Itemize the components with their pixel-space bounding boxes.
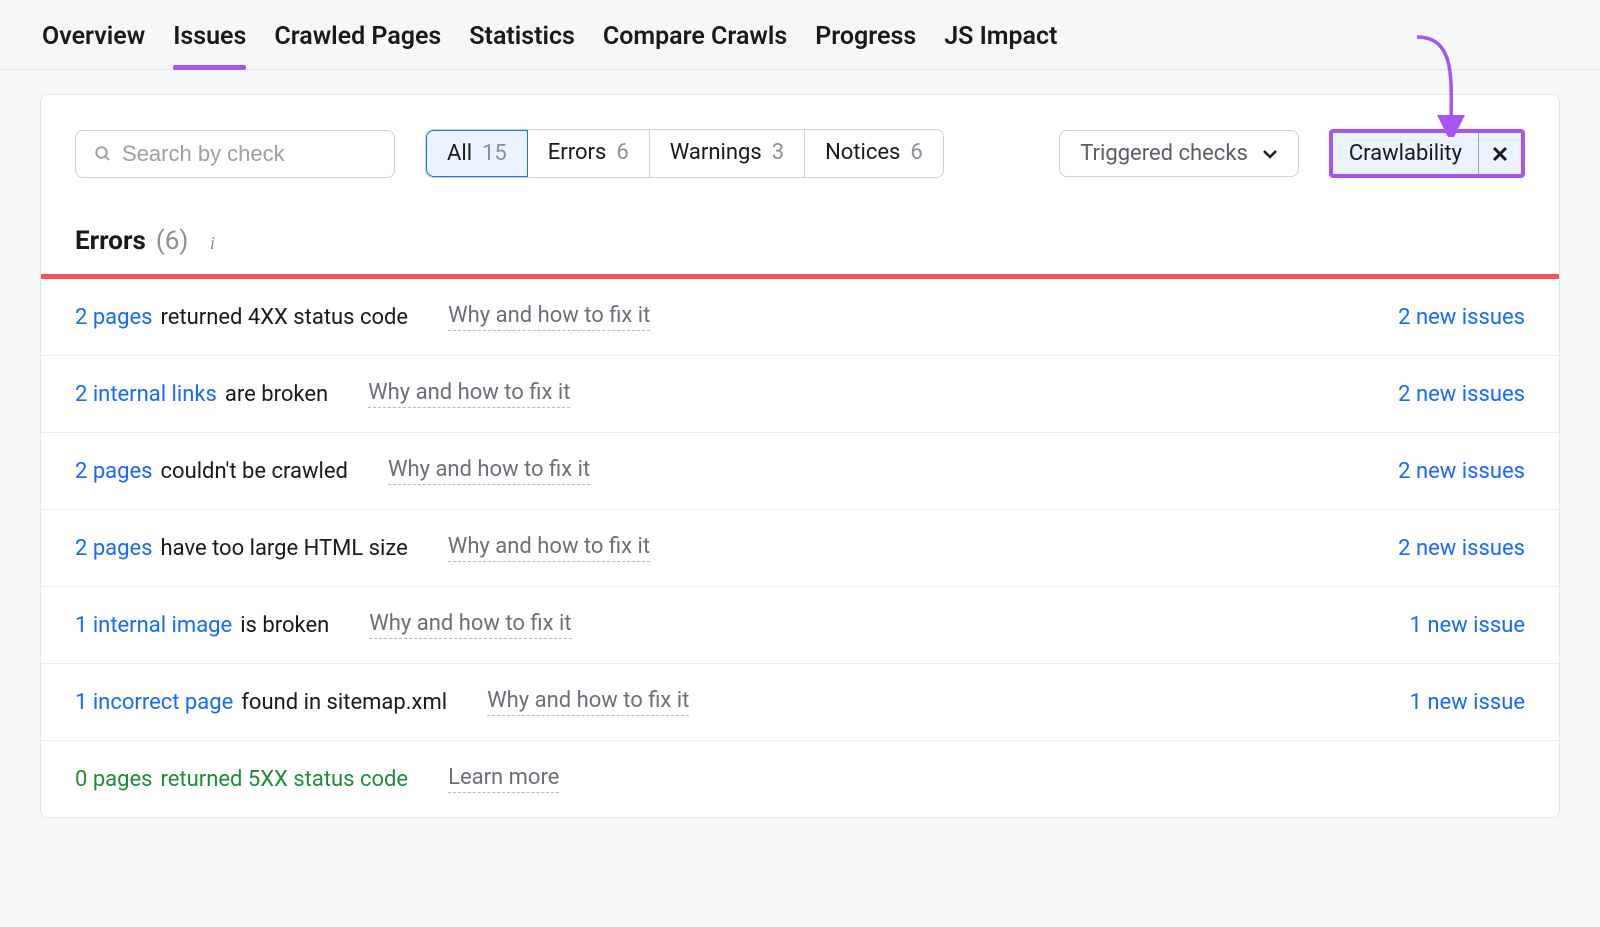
nav-tab-compare-crawls[interactable]: Compare Crawls [603, 22, 787, 69]
segment-errors[interactable]: Errors 6 [528, 130, 650, 177]
nav-tab-statistics[interactable]: Statistics [469, 22, 575, 69]
chevron-down-icon [1262, 146, 1278, 162]
triggered-checks-dropdown[interactable]: Triggered checks [1059, 130, 1299, 177]
search-input-wrapper[interactable] [75, 130, 395, 178]
section-title: Errors [75, 226, 146, 256]
why-and-how-link[interactable]: Why and how to fix it [487, 688, 689, 716]
issue-text: 2 pages returned 4XX status code [75, 305, 408, 330]
dropdown-label: Triggered checks [1080, 141, 1248, 166]
issue-text: 2 pages have too large HTML size [75, 536, 408, 561]
issue-count-link[interactable]: 2 internal links [75, 382, 217, 407]
issue-row: 1 incorrect page found in sitemap.xml Why… [41, 664, 1559, 741]
issue-count-link[interactable]: 1 incorrect page [75, 690, 233, 715]
info-icon[interactable]: i [202, 234, 222, 254]
issue-description: found in sitemap.xml [241, 690, 447, 715]
issue-count-link[interactable]: 2 pages [75, 305, 153, 330]
issue-row: 2 pages couldn't be crawled Why and how t… [41, 433, 1559, 510]
toolbar: All 15 Errors 6 Warnings 3 Notices 6 Triggered … [41, 95, 1559, 206]
why-and-how-link[interactable]: Why and how to fix it [388, 457, 590, 485]
section-count: (6) [156, 226, 189, 256]
issues-list: 2 pages returned 4XX status code Why and … [41, 279, 1559, 817]
segment-count: 6 [616, 140, 628, 165]
nav-tab-overview[interactable]: Overview [42, 22, 145, 69]
issue-text: 0 pages returned 5XX status code [75, 767, 408, 792]
issue-description: couldn't be crawled [161, 459, 348, 484]
segment-count: 6 [910, 140, 922, 165]
why-and-how-link[interactable]: Why and how to fix it [369, 611, 571, 639]
nav-tab-issues[interactable]: Issues [173, 22, 246, 69]
issue-row: 0 pages returned 5XX status code Learn mo… [41, 741, 1559, 817]
search-icon [94, 144, 112, 164]
segment-warnings[interactable]: Warnings 3 [650, 130, 805, 177]
issue-description: have too large HTML size [161, 536, 408, 561]
segment-label: Notices [825, 140, 900, 165]
why-and-how-link[interactable]: Why and how to fix it [448, 534, 650, 562]
segment-label: All [447, 141, 472, 166]
issue-text: 1 internal image is broken [75, 613, 329, 638]
filter-chip-remove[interactable] [1479, 133, 1521, 174]
search-input[interactable] [122, 141, 376, 167]
why-and-how-link[interactable]: Why and how to fix it [448, 303, 650, 331]
close-icon [1491, 145, 1509, 163]
issue-count-link[interactable]: 2 pages [75, 536, 153, 561]
learn-more-link[interactable]: Learn more [448, 765, 559, 793]
segment-all[interactable]: All 15 [426, 130, 528, 177]
filter-segments: All 15 Errors 6 Warnings 3 Notices 6 [425, 129, 944, 178]
new-issues-link[interactable]: 2 new issues [1398, 382, 1525, 407]
issue-count-link[interactable]: 1 internal image [75, 613, 232, 638]
issue-text: 2 internal links are broken [75, 382, 328, 407]
issue-description: are broken [225, 382, 328, 407]
segment-count: 15 [482, 141, 507, 166]
why-and-how-link[interactable]: Why and how to fix it [368, 380, 570, 408]
issue-description: returned 4XX status code [161, 305, 409, 330]
new-issues-link[interactable]: 1 new issue [1410, 690, 1525, 715]
issue-text: 1 incorrect page found in sitemap.xml [75, 690, 447, 715]
issue-row: 2 pages returned 4XX status code Why and … [41, 279, 1559, 356]
issue-row: 1 internal image is broken Why and how to… [41, 587, 1559, 664]
new-issues-link[interactable]: 2 new issues [1398, 459, 1525, 484]
issue-description: is broken [240, 613, 329, 638]
new-issues-link[interactable]: 2 new issues [1398, 305, 1525, 330]
filter-chip-label: Crawlability [1333, 133, 1479, 174]
segment-notices[interactable]: Notices 6 [805, 130, 943, 177]
segment-label: Warnings [670, 140, 762, 165]
issue-row: 2 internal links are broken Why and how t… [41, 356, 1559, 433]
section-heading: Errors (6) i [41, 206, 1559, 274]
nav-tab-crawled-pages[interactable]: Crawled Pages [274, 22, 441, 69]
nav-tabs: Overview Issues Crawled Pages Statistics Com… [0, 0, 1600, 70]
nav-tab-progress[interactable]: Progress [815, 22, 916, 69]
issue-text: 2 pages couldn't be crawled [75, 459, 348, 484]
nav-tab-js-impact[interactable]: JS Impact [944, 22, 1057, 69]
issue-count-link[interactable]: 2 pages [75, 459, 153, 484]
active-filter-chip: Crawlability [1329, 129, 1525, 178]
issues-panel: All 15 Errors 6 Warnings 3 Notices 6 Triggered … [40, 94, 1560, 818]
segment-label: Errors [548, 140, 607, 165]
new-issues-link[interactable]: 2 new issues [1398, 536, 1525, 561]
issue-count-link: 0 pages [75, 767, 153, 792]
issue-description: returned 5XX status code [161, 767, 409, 792]
new-issues-link[interactable]: 1 new issue [1410, 613, 1525, 638]
issue-row: 2 pages have too large HTML size Why and … [41, 510, 1559, 587]
segment-count: 3 [772, 140, 784, 165]
